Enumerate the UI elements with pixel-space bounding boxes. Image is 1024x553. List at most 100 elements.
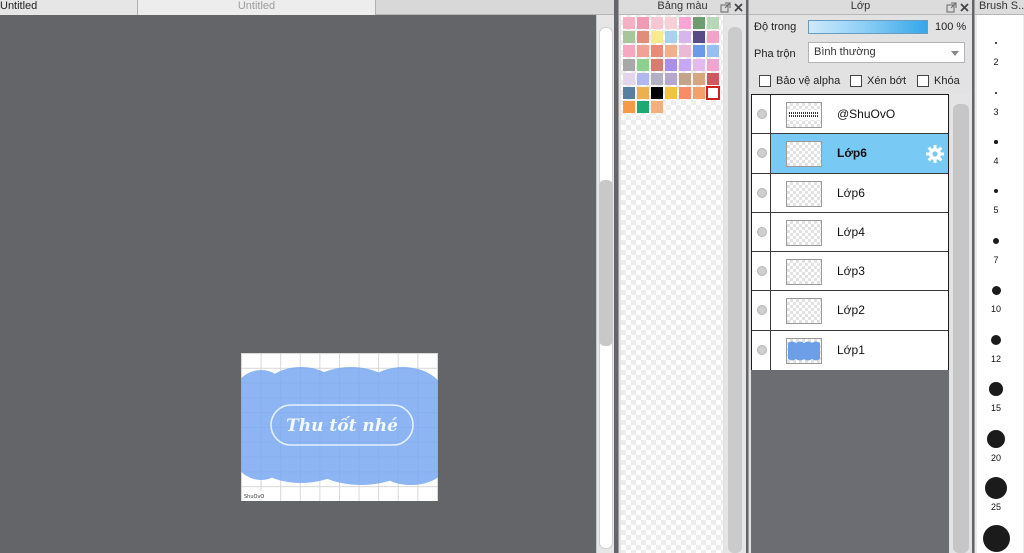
document-canvas[interactable]: Thu tốt nhé ShuOvO <box>241 353 438 501</box>
color-swatch[interactable] <box>693 73 705 85</box>
color-swatch[interactable] <box>637 87 649 99</box>
color-swatch[interactable] <box>651 87 663 99</box>
tab-untitled-2[interactable]: Untitled <box>138 0 376 15</box>
color-swatch[interactable] <box>707 73 719 85</box>
brush-size-item[interactable]: 2 <box>977 21 1023 69</box>
color-swatch[interactable] <box>679 87 691 99</box>
brush-size-item[interactable]: 4 <box>977 120 1023 168</box>
color-swatch[interactable] <box>665 31 677 43</box>
color-swatch[interactable] <box>679 73 691 85</box>
tab-untitled-1[interactable]: Untitled <box>0 0 138 15</box>
brush-size-item[interactable]: 12 <box>977 318 1023 366</box>
color-swatch[interactable] <box>623 59 635 71</box>
layer-thumbnail <box>786 259 822 286</box>
gear-icon[interactable] <box>925 144 945 164</box>
layer-row[interactable]: Lớp4 <box>752 212 948 253</box>
layer-scroll-track[interactable] <box>953 104 969 553</box>
color-swatch[interactable] <box>706 86 720 100</box>
color-swatch[interactable] <box>637 101 649 113</box>
color-swatch[interactable] <box>693 17 705 29</box>
close-icon[interactable] <box>959 2 970 13</box>
layer-visibility-toggle[interactable] <box>752 330 771 371</box>
brush-size-item[interactable]: 10 <box>977 268 1023 316</box>
protect-alpha-option[interactable]: Bảo vệ alpha <box>759 73 840 89</box>
layer-scrollbar[interactable] <box>951 94 971 553</box>
layer-row[interactable]: Lớp2 <box>752 291 948 331</box>
color-swatch[interactable] <box>651 17 663 29</box>
color-swatch[interactable] <box>665 73 677 85</box>
swatch-grid <box>623 17 720 113</box>
color-swatch[interactable] <box>665 59 677 71</box>
color-swatch[interactable] <box>693 59 705 71</box>
opacity-label: Độ trong <box>754 21 797 33</box>
brush-size-item[interactable]: 20 <box>977 417 1023 465</box>
color-swatch[interactable] <box>693 45 705 57</box>
layer-name: Lớp2 <box>837 303 865 318</box>
color-swatch[interactable] <box>651 31 663 43</box>
layer-visibility-toggle[interactable] <box>752 212 771 252</box>
brush-size-item[interactable]: 25 <box>977 466 1023 514</box>
layer-visibility-toggle[interactable] <box>752 173 771 212</box>
color-swatch[interactable] <box>693 87 705 99</box>
brush-size-item[interactable]: 30 <box>977 516 1023 553</box>
color-swatch[interactable] <box>637 31 649 43</box>
brush-size-item[interactable]: 15 <box>977 367 1023 415</box>
visibility-dot-icon <box>757 226 767 237</box>
layer-row[interactable]: Lớp3 <box>752 252 948 292</box>
layer-row[interactable]: Lớp6 <box>752 134 948 174</box>
color-swatch[interactable] <box>679 59 691 71</box>
color-swatch[interactable] <box>665 45 677 57</box>
color-swatch[interactable] <box>679 31 691 43</box>
scrollbar-thumb[interactable] <box>599 180 613 346</box>
color-swatch[interactable] <box>651 73 663 85</box>
color-swatch[interactable] <box>651 45 663 57</box>
lock-option[interactable]: Khóa <box>917 73 960 89</box>
brush-dot-icon <box>995 42 997 44</box>
brush-size-item[interactable]: 7 <box>977 219 1023 267</box>
color-swatch[interactable] <box>637 17 649 29</box>
close-icon[interactable] <box>733 2 744 13</box>
palette-scrollbar[interactable] <box>725 15 745 553</box>
clipping-option[interactable]: Xén bớt <box>850 73 906 89</box>
visibility-dot-icon <box>757 187 767 198</box>
layer-row[interactable]: @ShuOvO <box>752 95 948 135</box>
layer-visibility-toggle[interactable] <box>752 291 771 330</box>
color-swatch[interactable] <box>707 59 719 71</box>
color-swatch[interactable] <box>651 101 663 113</box>
blend-mode-select[interactable]: Bình thường <box>808 42 965 63</box>
lock-checkbox[interactable] <box>917 75 929 87</box>
color-swatch[interactable] <box>637 73 649 85</box>
color-swatch[interactable] <box>623 17 635 29</box>
brush-size-item[interactable]: 3 <box>977 71 1023 119</box>
clipping-checkbox[interactable] <box>850 75 862 87</box>
layer-visibility-toggle[interactable] <box>752 95 771 134</box>
color-swatch[interactable] <box>665 87 677 99</box>
opacity-slider[interactable] <box>808 20 928 34</box>
canvas-vertical-scrollbar[interactable] <box>596 15 614 553</box>
color-swatch[interactable] <box>707 45 719 57</box>
palette-scroll-track[interactable] <box>728 27 742 553</box>
color-swatch[interactable] <box>693 31 705 43</box>
color-swatch[interactable] <box>623 73 635 85</box>
brush-size-item[interactable]: 5 <box>977 169 1023 217</box>
layer-visibility-toggle[interactable] <box>752 252 771 291</box>
color-swatch[interactable] <box>707 17 719 29</box>
color-swatch[interactable] <box>651 59 663 71</box>
color-swatch[interactable] <box>637 45 649 57</box>
color-swatch[interactable] <box>623 87 635 99</box>
layer-row[interactable]: Lớp6 <box>752 173 948 213</box>
canvas-workspace[interactable]: Thu tốt nhé ShuOvO <box>0 15 596 553</box>
color-swatch[interactable] <box>679 45 691 57</box>
float-window-icon[interactable] <box>720 2 731 13</box>
layer-visibility-toggle[interactable] <box>752 134 771 173</box>
protect-alpha-checkbox[interactable] <box>759 75 771 87</box>
color-swatch[interactable] <box>707 31 719 43</box>
layer-row[interactable]: Lớp1 <box>752 330 948 371</box>
color-swatch[interactable] <box>665 17 677 29</box>
color-swatch[interactable] <box>623 31 635 43</box>
color-swatch[interactable] <box>679 17 691 29</box>
color-swatch[interactable] <box>637 59 649 71</box>
color-swatch[interactable] <box>623 101 635 113</box>
float-window-icon[interactable] <box>946 2 957 13</box>
color-swatch[interactable] <box>623 45 635 57</box>
